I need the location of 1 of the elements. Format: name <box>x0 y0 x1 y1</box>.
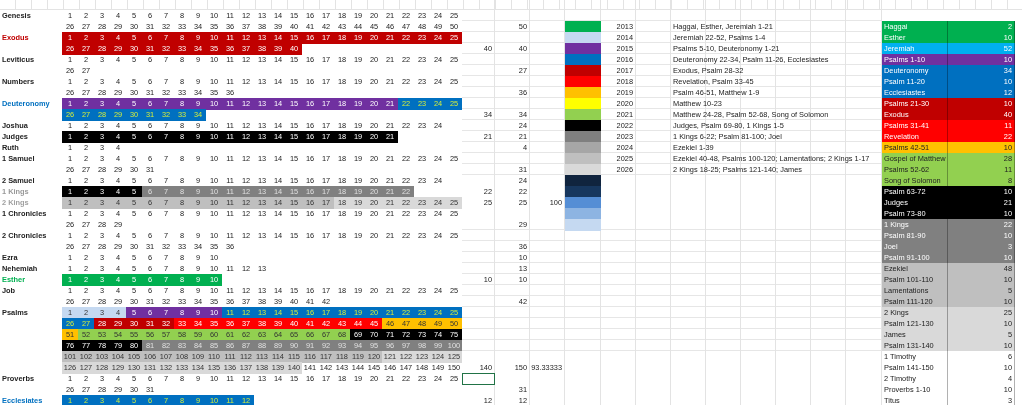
selected-cell[interactable] <box>462 372 495 385</box>
